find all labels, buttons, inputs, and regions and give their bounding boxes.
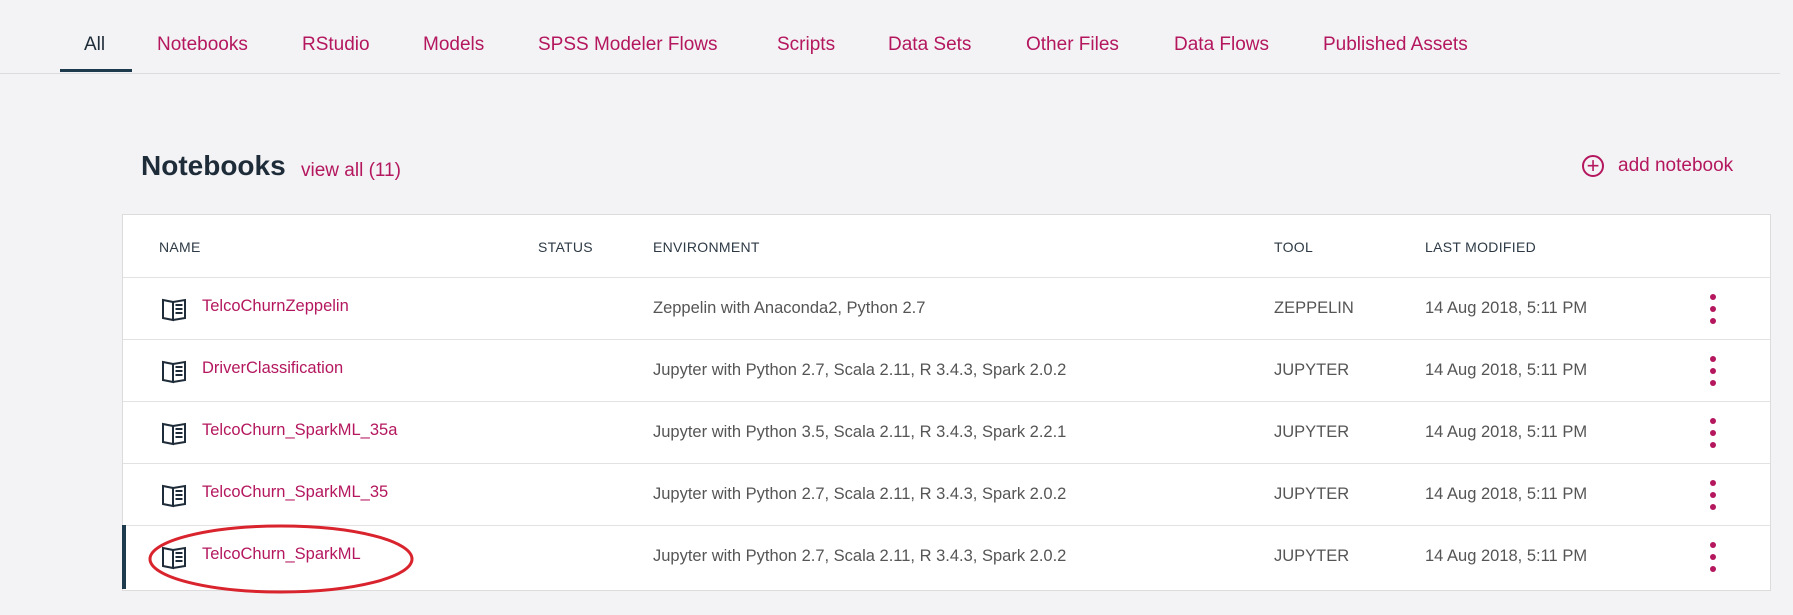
overflow-menu-icon[interactable] xyxy=(1706,418,1720,448)
add-circle-icon: + xyxy=(1582,155,1604,177)
table-row-selected[interactable]: TelcoChurn_SparkML Jupyter with Python 2… xyxy=(122,525,1770,589)
tool-cell: JUPYTER xyxy=(1274,485,1350,503)
table-row[interactable]: TelcoChurnZeppelin Zeppelin with Anacond… xyxy=(123,277,1770,340)
active-tab-indicator xyxy=(60,69,132,72)
column-header-tool[interactable]: TOOL xyxy=(1274,239,1313,255)
section-title: Notebooks xyxy=(141,150,286,181)
notebook-icon xyxy=(162,422,186,446)
last-modified-cell: 14 Aug 2018, 5:11 PM xyxy=(1425,361,1588,379)
notebook-icon xyxy=(162,298,186,322)
tab-scripts[interactable]: Scripts xyxy=(777,34,835,56)
tool-cell: ZEPPELIN xyxy=(1274,299,1354,317)
environment-cell: Jupyter with Python 3.5, Scala 2.11, R 3… xyxy=(653,423,1067,441)
last-modified-cell: 14 Aug 2018, 5:11 PM xyxy=(1425,547,1588,565)
tab-spss-modeler-flows[interactable]: SPSS Modeler Flows xyxy=(538,34,718,56)
overflow-menu-icon[interactable] xyxy=(1706,356,1720,386)
tab-notebooks[interactable]: Notebooks xyxy=(157,34,248,56)
notebook-name-link[interactable]: TelcoChurnZeppelin xyxy=(202,297,349,316)
notebooks-table: NAME STATUS ENVIRONMENT TOOL LAST MODIFI… xyxy=(122,214,1771,591)
notebook-icon xyxy=(162,484,186,508)
environment-cell: Jupyter with Python 2.7, Scala 2.11, R 3… xyxy=(653,485,1067,503)
table-row[interactable]: TelcoChurn_SparkML_35a Jupyter with Pyth… xyxy=(123,401,1770,464)
table-row[interactable]: TelcoChurn_SparkML_35 Jupyter with Pytho… xyxy=(123,463,1770,526)
overflow-menu-icon[interactable] xyxy=(1706,294,1720,324)
last-modified-cell: 14 Aug 2018, 5:11 PM xyxy=(1425,485,1588,503)
overflow-menu-icon[interactable] xyxy=(1706,542,1720,572)
notebook-icon xyxy=(162,360,186,384)
environment-cell: Jupyter with Python 2.7, Scala 2.11, R 3… xyxy=(653,361,1067,379)
last-modified-cell: 14 Aug 2018, 5:11 PM xyxy=(1425,299,1588,317)
add-notebook-label: add notebook xyxy=(1618,155,1734,176)
asset-type-tabs: All Notebooks RStudio Models SPSS Modele… xyxy=(0,0,1780,74)
column-header-last-modified[interactable]: LAST MODIFIED xyxy=(1425,239,1536,255)
view-all-link[interactable]: view all (11) xyxy=(301,160,401,182)
overflow-menu-icon[interactable] xyxy=(1706,480,1720,510)
notebook-name-link[interactable]: TelcoChurn_SparkML_35 xyxy=(202,483,388,502)
tool-cell: JUPYTER xyxy=(1274,547,1350,565)
environment-cell: Jupyter with Python 2.7, Scala 2.11, R 3… xyxy=(653,547,1067,565)
environment-cell: Zeppelin with Anaconda2, Python 2.7 xyxy=(653,299,926,317)
notebook-name-link[interactable]: DriverClassification xyxy=(202,359,343,378)
tool-cell: JUPYTER xyxy=(1274,423,1350,441)
tab-models[interactable]: Models xyxy=(423,34,484,56)
tab-data-flows[interactable]: Data Flows xyxy=(1174,34,1269,56)
tab-data-sets[interactable]: Data Sets xyxy=(888,34,971,56)
notebook-name-link[interactable]: TelcoChurn_SparkML xyxy=(202,545,361,564)
notebook-name-link[interactable]: TelcoChurn_SparkML_35a xyxy=(202,421,397,440)
tab-all[interactable]: All xyxy=(84,34,105,56)
add-notebook-button[interactable]: + add notebook xyxy=(1582,152,1733,180)
last-modified-cell: 14 Aug 2018, 5:11 PM xyxy=(1425,423,1588,441)
tool-cell: JUPYTER xyxy=(1274,361,1350,379)
tab-other-files[interactable]: Other Files xyxy=(1026,34,1119,56)
table-row[interactable]: DriverClassification Jupyter with Python… xyxy=(123,339,1770,402)
tab-rstudio[interactable]: RStudio xyxy=(302,34,370,56)
column-header-environment[interactable]: ENVIRONMENT xyxy=(653,239,760,255)
column-header-status[interactable]: STATUS xyxy=(538,239,593,255)
column-header-name[interactable]: NAME xyxy=(159,239,201,255)
tab-published-assets[interactable]: Published Assets xyxy=(1323,34,1468,56)
notebook-icon xyxy=(162,546,186,570)
